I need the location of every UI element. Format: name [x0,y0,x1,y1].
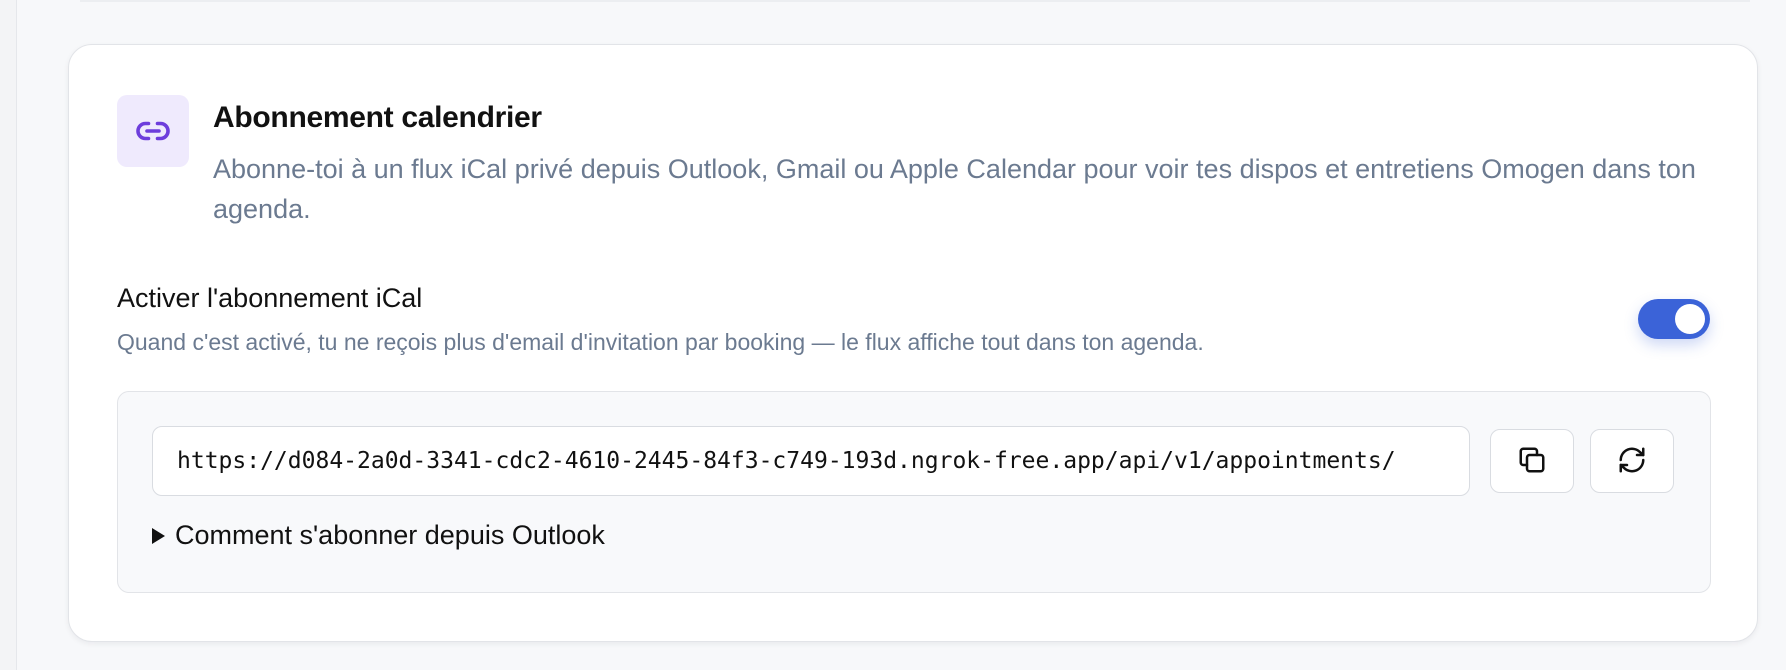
card-title: Abonnement calendrier [213,101,542,134]
outlook-help-disclosure[interactable]: Comment s'abonner depuis Outlook [152,520,605,551]
card-description: Abonne-toi à un flux iCal privé depuis O… [213,154,1696,224]
copy-icon [1517,445,1547,478]
regenerate-url-button[interactable] [1590,429,1674,493]
left-rail [0,0,17,670]
link-icon [135,113,171,149]
calendar-subscription-card: Abonnement calendrier Abonne-toi à un fl… [68,44,1758,642]
toggle-knob [1675,304,1705,334]
ical-toggle[interactable] [1638,299,1710,339]
icon-tile [117,95,189,167]
disclosure-triangle-icon [152,527,165,544]
feed-url-input[interactable] [152,426,1470,496]
ical-setting-help: Quand c'est activé, tu ne reçois plus d'… [117,329,1204,355]
feed-panel: Comment s'abonner depuis Outlook [117,391,1711,593]
refresh-icon [1617,445,1647,478]
copy-url-button[interactable] [1490,429,1574,493]
ical-setting-label: Activer l'abonnement iCal [117,283,423,313]
previous-card-edge [80,0,1750,2]
outlook-help-label: Comment s'abonner depuis Outlook [175,520,605,550]
